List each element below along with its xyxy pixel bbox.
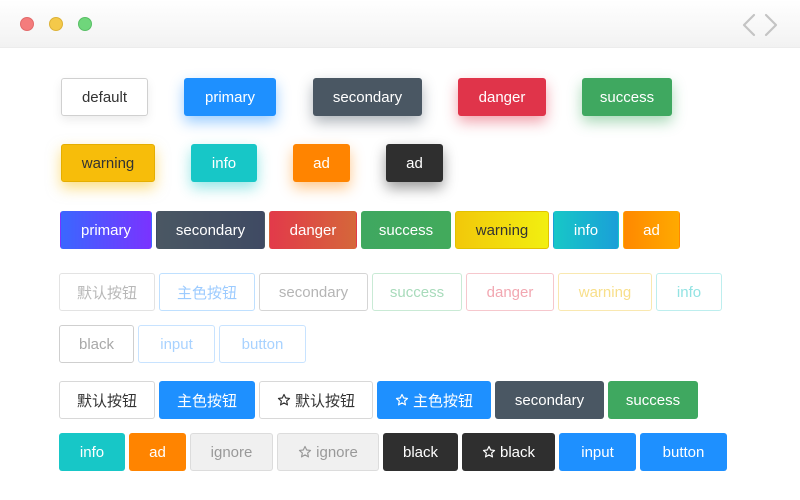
gradient-primary-button[interactable]: primary — [60, 211, 152, 249]
button-label: 默认按钮 — [294, 392, 355, 410]
gradient-info-button[interactable]: info — [553, 211, 619, 249]
solid-default-star-button[interactable]: 默认按钮 — [259, 381, 373, 419]
button-label: ignore — [316, 443, 358, 461]
solid-ignore-button[interactable]: ignore — [190, 433, 273, 471]
star-outline-icon — [299, 445, 312, 458]
button-label: 主色按钮 — [412, 392, 473, 410]
shadow-ad-button[interactable]: ad — [293, 144, 350, 182]
outline-button-button[interactable]: button — [219, 325, 306, 363]
solid-info-button[interactable]: info — [59, 433, 125, 471]
star-outline-icon — [277, 393, 291, 406]
shadow-secondary-button[interactable]: secondary — [313, 78, 422, 116]
shadow-default-button[interactable]: default — [61, 78, 148, 116]
shadow-black-ad-button[interactable]: ad — [386, 144, 443, 182]
outline-info-button[interactable]: info — [656, 273, 722, 311]
outline-danger-button[interactable]: danger — [466, 273, 554, 311]
window-close-button[interactable] — [20, 17, 34, 31]
shadow-danger-button[interactable]: danger — [458, 78, 546, 116]
outline-primary-button[interactable]: 主色按钮 — [159, 273, 255, 311]
outline-default-button[interactable]: 默认按钮 — [59, 273, 155, 311]
window-minimize-button[interactable] — [49, 17, 63, 31]
solid-input-button[interactable]: input — [559, 433, 636, 471]
gradient-secondary-button[interactable]: secondary — [156, 211, 265, 249]
outline-input-button[interactable]: input — [138, 325, 215, 363]
star-outline-icon — [395, 393, 409, 406]
shadow-success-button[interactable]: success — [582, 78, 672, 116]
window-maximize-button[interactable] — [78, 17, 92, 31]
solid-success-button[interactable]: success — [608, 381, 698, 419]
star-outline-icon — [482, 445, 496, 458]
solid-button-button[interactable]: button — [640, 433, 727, 471]
solid-ad-button[interactable]: ad — [129, 433, 186, 471]
solid-ignore-star-button[interactable]: ignore — [277, 433, 379, 471]
shadow-primary-button[interactable]: primary — [184, 78, 276, 116]
solid-secondary-button[interactable]: secondary — [495, 381, 604, 419]
button-label: black — [499, 443, 536, 461]
solid-default-button[interactable]: 默认按钮 — [59, 381, 155, 419]
gradient-ad-button[interactable]: ad — [623, 211, 680, 249]
gradient-success-button[interactable]: success — [361, 211, 451, 249]
outline-secondary-button[interactable]: secondary — [259, 273, 368, 311]
window-title-bar — [0, 0, 800, 48]
solid-primary-star-button[interactable]: 主色按钮 — [377, 381, 491, 419]
solid-primary-button[interactable]: 主色按钮 — [159, 381, 255, 419]
outline-warning-button[interactable]: warning — [558, 273, 652, 311]
outline-black-button[interactable]: black — [59, 325, 134, 363]
shadow-warning-button[interactable]: warning — [61, 144, 155, 182]
outline-success-button[interactable]: success — [372, 273, 462, 311]
gradient-warning-button[interactable]: warning — [455, 211, 549, 249]
code-angle-brackets-icon[interactable] — [740, 12, 780, 38]
solid-black-button[interactable]: black — [383, 433, 458, 471]
gradient-danger-button[interactable]: danger — [269, 211, 357, 249]
shadow-info-button[interactable]: info — [191, 144, 257, 182]
solid-black-star-button[interactable]: black — [462, 433, 555, 471]
